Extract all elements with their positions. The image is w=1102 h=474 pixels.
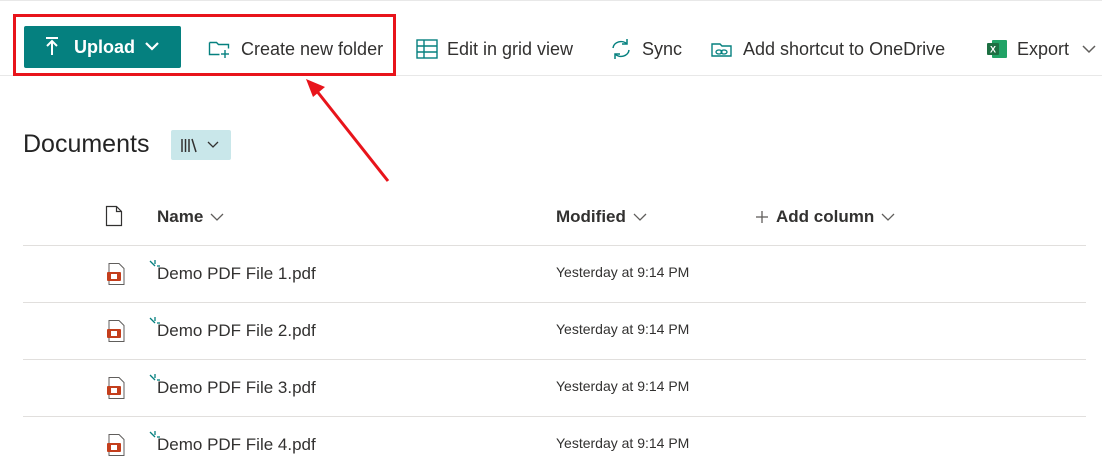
grid-icon — [416, 39, 438, 59]
chevron-down-icon — [1082, 45, 1096, 54]
add-column-button[interactable]: Add column — [755, 207, 895, 227]
file-name-link[interactable]: Demo PDF File 1.pdf — [157, 264, 316, 284]
file-name-link[interactable]: Demo PDF File 3.pdf — [157, 378, 316, 398]
table-row[interactable]: Demo PDF File 2.pdf Yesterday at 9:14 PM — [0, 303, 1102, 360]
file-type-icon[interactable] — [105, 205, 123, 227]
library-title: Documents — [23, 130, 150, 158]
chevron-down-icon — [881, 213, 895, 221]
pdf-file-icon — [107, 263, 125, 285]
excel-icon: X — [987, 40, 1007, 58]
svg-text:X: X — [990, 45, 996, 55]
shortcut-link-icon — [711, 43, 732, 57]
highlight-box — [13, 14, 396, 76]
export-label: Export — [1017, 38, 1070, 59]
library-view-icon — [181, 138, 219, 153]
chevron-down-icon — [210, 213, 224, 221]
sync-label: Sync — [642, 38, 683, 59]
pdf-file-icon — [107, 320, 125, 342]
sync-icon — [612, 39, 630, 59]
modified-date: Yesterday at 9:14 PM — [556, 264, 690, 280]
modified-date: Yesterday at 9:14 PM — [556, 378, 690, 394]
column-header-name[interactable]: Name — [157, 207, 224, 227]
file-name-link[interactable]: Demo PDF File 2.pdf — [157, 321, 316, 341]
column-header-row: Name Modified Add column — [0, 195, 1102, 245]
table-row[interactable]: Demo PDF File 3.pdf Yesterday at 9:14 PM — [0, 360, 1102, 417]
view-switcher[interactable] — [171, 130, 231, 160]
pdf-file-icon — [107, 377, 125, 399]
edit-grid-view-button[interactable]: Edit in grid view — [416, 37, 573, 61]
add-shortcut-label: Add shortcut to OneDrive — [743, 38, 946, 59]
file-name-link[interactable]: Demo PDF File 4.pdf — [157, 435, 316, 455]
export-button[interactable]: X Export — [986, 37, 1097, 61]
edit-grid-view-label: Edit in grid view — [447, 38, 574, 59]
pdf-file-icon — [107, 434, 125, 456]
table-row[interactable]: Demo PDF File 1.pdf Yesterday at 9:14 PM — [0, 246, 1102, 303]
chevron-down-icon — [633, 213, 647, 221]
modified-date: Yesterday at 9:14 PM — [556, 435, 690, 451]
column-header-modified[interactable]: Modified — [556, 207, 647, 227]
add-shortcut-button[interactable]: Add shortcut to OneDrive — [710, 37, 945, 61]
table-row[interactable]: Demo PDF File 4.pdf Yesterday at 9:14 PM — [0, 417, 1102, 474]
plus-icon — [756, 211, 768, 223]
modified-date: Yesterday at 9:14 PM — [556, 321, 690, 337]
sync-button[interactable]: Sync — [609, 37, 682, 61]
